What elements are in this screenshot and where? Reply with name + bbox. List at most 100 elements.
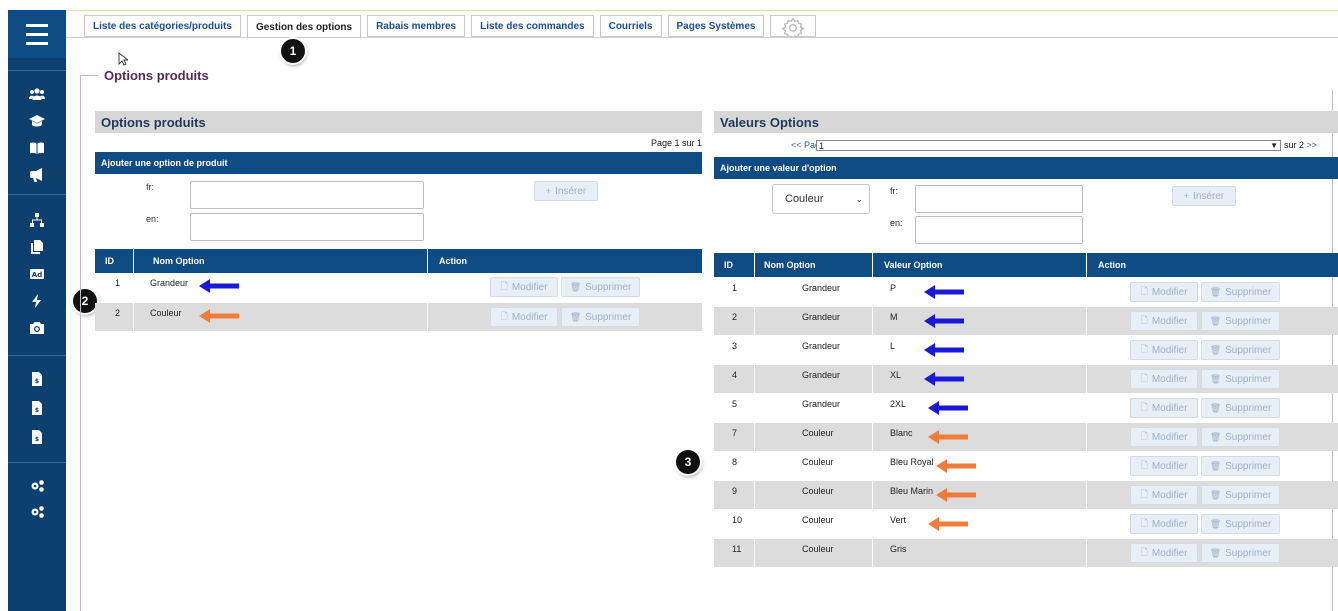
tab-member-discounts[interactable]: Rabais membres [367, 15, 466, 37]
cogs-icon[interactable] [8, 474, 66, 498]
file-icon: 🗋 [1140, 402, 1148, 412]
page-total: sur 2 [1284, 140, 1305, 150]
invoice-icon[interactable]: $ [8, 425, 66, 449]
bolt-icon[interactable] [8, 289, 66, 313]
edit-button[interactable]: 🗋 Modifier [1130, 340, 1198, 360]
delete-label: Supprimer [585, 281, 632, 293]
delete-button[interactable]: 🗑 Supprimer [1201, 485, 1280, 505]
edit-button[interactable]: 🗋 Modifier [1130, 369, 1198, 389]
cell-divider [872, 365, 873, 393]
cell-divider [872, 481, 873, 509]
file-icon: 🗋 [1140, 286, 1148, 296]
cell-divider [872, 452, 873, 480]
add-option-bar: Ajouter une option de produit [95, 152, 702, 174]
next-page-link[interactable]: >> [1307, 140, 1318, 150]
row-option-name: Couleur [802, 486, 834, 496]
edit-button[interactable]: 🗋 Modifier [1130, 456, 1198, 476]
tab-categories-products[interactable]: Liste des catégories/produits [84, 15, 241, 37]
table-row: 3 Grandeur L 🗋 Modifier 🗑 Supprimer [714, 336, 1338, 364]
table-row: 5 Grandeur 2XL 🗋 Modifier 🗑 Supprimer [714, 394, 1338, 422]
col-option-value: Valeur Option [884, 260, 943, 270]
edit-button[interactable]: 🗋 Modifier [1130, 398, 1198, 418]
option-select[interactable]: Couleur ⌄ [772, 184, 870, 214]
hamburger-icon [26, 21, 48, 48]
annotation-arrow-icon [924, 314, 964, 328]
row-option-name: Grandeur [802, 370, 841, 380]
value-fr-input[interactable] [915, 185, 1083, 213]
delete-label: Supprimer [1225, 547, 1272, 559]
row-id: 1 [732, 283, 738, 293]
row-option-name: Couleur [802, 544, 834, 554]
row-option-value: XL [890, 370, 902, 380]
trash-icon: 🗑 [1209, 489, 1222, 500]
value-en-input[interactable] [915, 216, 1083, 244]
cell-divider [754, 510, 755, 538]
edit-button[interactable]: 🗋 Modifier [1130, 485, 1198, 505]
ad-icon[interactable]: Ad [8, 262, 66, 286]
graduation-cap-icon[interactable] [8, 109, 66, 133]
cell-divider [754, 423, 755, 451]
delete-button[interactable]: 🗑 Supprimer [1201, 398, 1280, 418]
file-icon: 🗋 [500, 281, 508, 291]
cell-divider [427, 303, 428, 331]
row-option-name: Couleur [802, 457, 834, 467]
book-icon[interactable] [8, 136, 66, 160]
invoice-icon[interactable]: $ [8, 396, 66, 420]
users-icon[interactable] [8, 82, 66, 106]
delete-button[interactable]: 🗑 Supprimer [1201, 311, 1280, 331]
cell-divider [872, 278, 873, 306]
cell-divider [872, 423, 873, 451]
fieldset-border [80, 75, 98, 76]
delete-button[interactable]: 🗑 Supprimer [1201, 456, 1280, 476]
edit-button[interactable]: 🗋 Modifier [490, 307, 558, 327]
section-legend: Options produits [104, 68, 209, 83]
row-option-value: L [890, 341, 896, 351]
delete-button[interactable]: 🗑 Supprimer [561, 307, 640, 327]
tab-orders-list[interactable]: Liste des commandes [471, 15, 594, 37]
option-en-input[interactable] [190, 213, 424, 241]
file-icon: 🗋 [1140, 460, 1148, 470]
delete-button[interactable]: 🗑 Supprimer [1201, 514, 1280, 534]
options-panel-title: Options produits [95, 111, 702, 133]
gear-icon [782, 17, 805, 36]
sitemap-icon[interactable] [8, 208, 66, 232]
trash-icon: 🗑 [1209, 547, 1222, 558]
insert-value-button[interactable]: + Insérer [1172, 186, 1236, 206]
edit-button[interactable]: 🗋 Modifier [1130, 282, 1198, 302]
copy-icon[interactable] [8, 235, 66, 259]
delete-button[interactable]: 🗑 Supprimer [1201, 427, 1280, 447]
cell-divider [1086, 365, 1087, 393]
edit-button[interactable]: 🗋 Modifier [1130, 543, 1198, 563]
table-row: 2 Couleur 🗋 Modifier 🗑 Supprimer [95, 303, 702, 331]
annotation-arrow-icon [199, 309, 239, 323]
tab-settings[interactable] [770, 15, 817, 37]
edit-label: Modifier [1151, 431, 1188, 443]
delete-button[interactable]: 🗑 Supprimer [1201, 282, 1280, 302]
insert-option-button[interactable]: + Insérer [534, 181, 598, 201]
delete-button[interactable]: 🗑 Supprimer [561, 277, 640, 297]
row-id: 5 [732, 399, 738, 409]
menu-toggle-button[interactable] [8, 10, 66, 58]
table-row: 11 Couleur Gris 🗋 Modifier 🗑 Supprimer [714, 539, 1338, 567]
delete-button[interactable]: 🗑 Supprimer [1201, 340, 1280, 360]
camera-icon[interactable] [8, 316, 66, 340]
row-id: 2 [732, 312, 738, 322]
edit-button[interactable]: 🗋 Modifier [1130, 427, 1198, 447]
tab-options-management[interactable]: Gestion des options [246, 15, 362, 39]
delete-button[interactable]: 🗑 Supprimer [1201, 369, 1280, 389]
tab-emails[interactable]: Courriels [599, 15, 662, 37]
step-badge-1: 1 [281, 39, 305, 63]
col-option-name: Nom Option [764, 260, 816, 270]
edit-button[interactable]: 🗋 Modifier [1130, 514, 1198, 534]
megaphone-icon[interactable] [8, 163, 66, 187]
edit-button[interactable]: 🗋 Modifier [1130, 311, 1198, 331]
invoice-icon[interactable]: $ [8, 367, 66, 391]
tab-system-pages[interactable]: Pages Systèmes [667, 15, 765, 37]
page-select[interactable]: 1 ▼ [816, 140, 1281, 151]
edit-label: Modifier [1151, 402, 1188, 414]
option-fr-input[interactable] [190, 181, 424, 209]
edit-label: Modifier [1151, 518, 1188, 530]
edit-button[interactable]: 🗋 Modifier [490, 277, 558, 297]
delete-button[interactable]: 🗑 Supprimer [1201, 543, 1280, 563]
cogs-icon[interactable] [8, 500, 66, 524]
